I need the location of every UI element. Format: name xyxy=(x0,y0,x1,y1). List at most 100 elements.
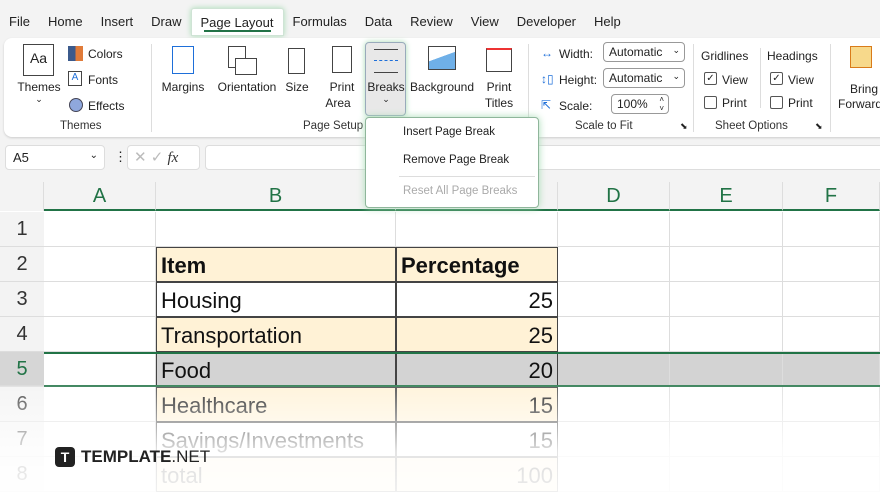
fade-overlay xyxy=(0,385,880,495)
cell-F4[interactable] xyxy=(783,317,880,352)
menu-item-insert-page-break[interactable]: Insert Page Break xyxy=(403,126,495,138)
column-header-E[interactable]: E xyxy=(670,182,783,211)
cell-D3[interactable] xyxy=(558,282,670,317)
gridlines-print-checkbox[interactable] xyxy=(704,96,717,109)
cancel-icon[interactable]: ✕ xyxy=(134,149,147,166)
cell-B2[interactable]: Item xyxy=(156,247,396,282)
cell-B4[interactable]: Transportation xyxy=(156,317,396,352)
gridlines-view-checkbox[interactable]: ✓ xyxy=(704,72,717,85)
cell-F1[interactable] xyxy=(783,212,880,247)
column-header-B[interactable]: B xyxy=(156,182,396,211)
name-box[interactable]: A5 ⌄ xyxy=(5,145,105,170)
group-label-themes: Themes xyxy=(60,120,102,132)
cell-F5[interactable] xyxy=(783,352,880,387)
cell-C3[interactable]: 25 xyxy=(396,282,558,317)
tab-review[interactable]: Review xyxy=(401,8,462,36)
width-select[interactable]: Automatic ⌄ xyxy=(603,42,685,62)
tab-formulas[interactable]: Formulas xyxy=(284,8,356,36)
cell-A5[interactable] xyxy=(44,352,156,387)
cell-B3[interactable]: Housing xyxy=(156,282,396,317)
select-all-corner[interactable] xyxy=(0,182,44,211)
margins-label: Margins xyxy=(161,80,205,94)
divider xyxy=(151,44,152,132)
tab-insert[interactable]: Insert xyxy=(92,8,143,36)
tab-home[interactable]: Home xyxy=(39,8,92,36)
name-box-value: A5 xyxy=(13,150,29,165)
cell-C2[interactable]: Percentage xyxy=(396,247,558,282)
fx-icon[interactable]: fx xyxy=(168,150,179,166)
tab-data[interactable]: Data xyxy=(356,8,401,36)
width-value: Automatic xyxy=(609,45,663,59)
cell-D4[interactable] xyxy=(558,317,670,352)
more-icon[interactable]: ⋮ xyxy=(114,149,127,165)
cell-C4[interactable]: 25 xyxy=(396,317,558,352)
divider xyxy=(693,44,694,132)
gridlines-label: Gridlines xyxy=(701,49,749,63)
cell-D1[interactable] xyxy=(558,212,670,247)
dialog-launcher-icon[interactable]: ⬊ xyxy=(680,121,688,132)
tab-view[interactable]: View xyxy=(462,8,508,36)
cell-A4[interactable] xyxy=(44,317,156,352)
column-header-A[interactable]: A xyxy=(44,182,156,211)
cell-B5[interactable]: Food xyxy=(156,352,396,387)
bring-forward-label-2: Forward xyxy=(838,97,880,111)
print-titles-label: Print xyxy=(486,80,512,94)
tab-page-layout[interactable]: Page Layout xyxy=(190,8,284,36)
column-header-D[interactable]: D xyxy=(558,182,670,211)
cell-D5[interactable] xyxy=(558,352,670,387)
cell-A2[interactable] xyxy=(44,247,156,282)
watermark-brand: TEMPLATE xyxy=(81,447,172,466)
tab-draw[interactable]: Draw xyxy=(142,8,190,36)
headings-view-checkbox[interactable]: ✓ xyxy=(770,72,783,85)
cell-E1[interactable] xyxy=(670,212,783,247)
headings-print-checkbox[interactable] xyxy=(770,96,783,109)
formula-buttons: ✕ ✓ fx xyxy=(127,145,200,170)
row-header-1[interactable]: 1 xyxy=(0,212,44,247)
background-icon xyxy=(428,46,456,70)
print-area-label-2: Area xyxy=(325,96,351,110)
margins-icon xyxy=(172,46,194,74)
breaks-button[interactable]: Breaks ⌄ xyxy=(365,42,406,116)
formula-input[interactable] xyxy=(205,145,880,170)
cell-C5[interactable]: 20 xyxy=(396,352,558,387)
height-label: Height: xyxy=(559,73,598,87)
print-area-icon xyxy=(332,46,352,73)
cell-D2[interactable] xyxy=(558,247,670,282)
themes-label: Themes xyxy=(17,80,61,94)
bring-forward-icon xyxy=(850,46,872,68)
dialog-launcher-icon[interactable]: ⬊ xyxy=(815,121,823,132)
breaks-label: Breaks xyxy=(367,80,405,94)
cell-A1[interactable] xyxy=(44,212,156,247)
row-header-2[interactable]: 2 xyxy=(0,247,44,282)
row-header-3[interactable]: 3 xyxy=(0,282,44,317)
cell-E2[interactable] xyxy=(670,247,783,282)
height-select[interactable]: Automatic ⌄ xyxy=(603,68,685,88)
cell-B1[interactable] xyxy=(156,212,396,247)
cell-F3[interactable] xyxy=(783,282,880,317)
column-header-F[interactable]: F xyxy=(783,182,880,211)
menu-item-remove-page-break[interactable]: Remove Page Break xyxy=(403,154,509,166)
tab-file[interactable]: File xyxy=(0,8,39,36)
headings-label: Headings xyxy=(767,49,818,63)
scale-spinner[interactable]: 100% ˄ ˅ xyxy=(611,94,669,114)
scale-icon: ⇱ xyxy=(541,98,552,112)
row-header-5[interactable]: 5 xyxy=(0,352,44,387)
enter-icon[interactable]: ✓ xyxy=(151,149,164,166)
size-label: Size xyxy=(285,80,309,94)
divider xyxy=(830,44,831,132)
cell-C1[interactable] xyxy=(396,212,558,247)
cell-E3[interactable] xyxy=(670,282,783,317)
themes-icon: Aa xyxy=(23,44,54,76)
colors-label: Colors xyxy=(88,47,123,61)
tab-help[interactable]: Help xyxy=(585,8,630,36)
colors-icon xyxy=(68,46,83,61)
ribbon-tabs: File Home Insert Draw Page Layout Formul… xyxy=(0,8,630,36)
gridlines-print-label: Print xyxy=(722,96,747,110)
tab-developer[interactable]: Developer xyxy=(508,8,585,36)
cell-F2[interactable] xyxy=(783,247,880,282)
cell-E5[interactable] xyxy=(670,352,783,387)
row-header-4[interactable]: 4 xyxy=(0,317,44,352)
cell-A3[interactable] xyxy=(44,282,156,317)
cell-E4[interactable] xyxy=(670,317,783,352)
print-titles-icon xyxy=(486,48,512,72)
